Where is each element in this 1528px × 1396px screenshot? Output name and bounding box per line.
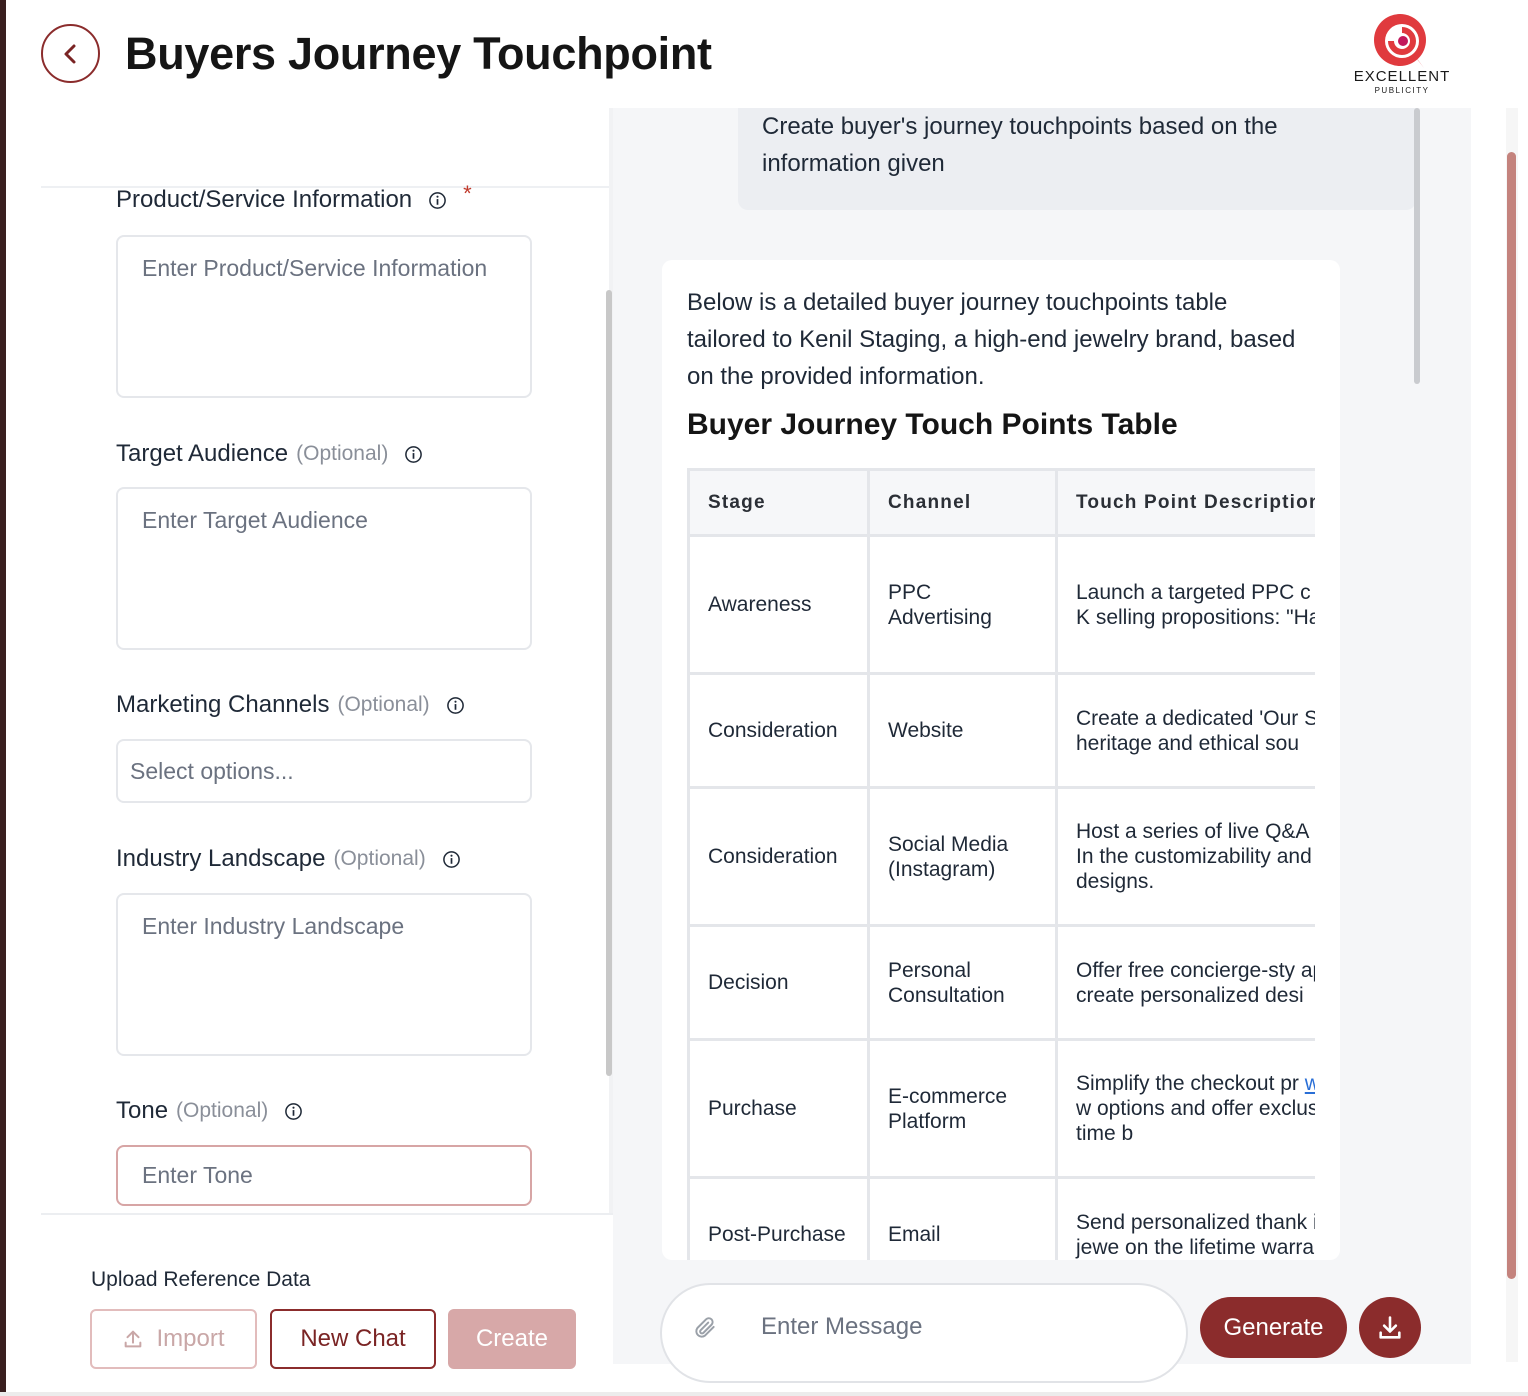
info-icon[interactable] xyxy=(442,850,461,869)
table-row: Consideration Social Media (Instagram) H… xyxy=(687,786,1315,927)
download-button[interactable] xyxy=(1359,1297,1421,1358)
channel-cell: Email xyxy=(867,1176,1058,1260)
message-composer[interactable] xyxy=(660,1283,1188,1383)
industry-landscape-textarea[interactable]: Enter Industry Landscape xyxy=(116,893,532,1056)
window-bottom-edge xyxy=(0,1392,1528,1396)
product-label: Product/Service Information * xyxy=(116,181,472,214)
optional-tag: (Optional) xyxy=(333,847,426,870)
industry-label-text: Industry Landscape xyxy=(116,845,326,872)
description-text: w options and offer exclus discounts for… xyxy=(1076,1097,1315,1145)
stage-cell: Purchase xyxy=(687,1038,870,1179)
column-header-channel: Channel xyxy=(867,468,1058,537)
upload-icon xyxy=(125,1330,142,1348)
ai-response-heading: Buyer Journey Touch Points Table xyxy=(687,408,1178,441)
window-left-edge xyxy=(0,0,6,1396)
optional-tag: (Optional) xyxy=(337,693,430,716)
info-icon[interactable] xyxy=(446,696,465,715)
channel-cell: Website xyxy=(867,672,1058,789)
table-row: Consideration Website Create a dedicated… xyxy=(687,672,1315,789)
description-cell: Simplify the checkout pr www.kenilstagin… xyxy=(1055,1038,1315,1179)
page-title: Buyers Journey Touchpoint xyxy=(125,28,712,79)
info-icon[interactable] xyxy=(404,445,423,464)
channel-cell: Social Media (Instagram) xyxy=(867,786,1058,927)
channels-label: Marketing Channels (Optional) xyxy=(116,691,465,719)
touchpoints-table: Stage Channel Touch Point Description Aw… xyxy=(687,468,1315,1260)
marketing-channels-select[interactable]: Select options... xyxy=(116,739,532,803)
ai-intro-text: Below is a detailed buyer journey touchp… xyxy=(687,289,1296,390)
required-asterisk: * xyxy=(463,181,472,206)
download-icon xyxy=(1379,1315,1401,1339)
optional-tag: (Optional) xyxy=(296,442,389,465)
info-icon[interactable] xyxy=(428,191,447,210)
import-label: Import xyxy=(156,1325,225,1352)
ai-response-card: Below is a detailed buyer journey touchp… xyxy=(662,260,1340,1260)
industry-label: Industry Landscape (Optional) xyxy=(116,845,461,873)
stage-cell: Decision xyxy=(687,924,870,1041)
stage-cell: Awareness xyxy=(687,534,870,675)
logo-swirl-icon xyxy=(1374,14,1426,68)
stage-cell: Post-Purchase xyxy=(687,1176,870,1260)
channel-cell: PPC Advertising xyxy=(867,534,1058,675)
channels-label-text: Marketing Channels xyxy=(116,691,330,718)
description-cell: Send personalized thank instructions for… xyxy=(1055,1176,1315,1260)
channel-cell: E-commerce Platform xyxy=(867,1038,1058,1179)
new-chat-button[interactable]: New Chat xyxy=(270,1309,436,1369)
tone-label: Tone (Optional) xyxy=(116,1097,303,1125)
form-bottom-divider xyxy=(41,1213,613,1215)
description-text: Simplify the checkout pr xyxy=(1076,1072,1299,1095)
product-info-textarea[interactable]: Enter Product/Service Information xyxy=(116,235,532,398)
info-icon[interactable] xyxy=(284,1102,303,1121)
target-audience-textarea[interactable]: Enter Target Audience xyxy=(116,487,532,650)
touchpoints-table-container[interactable]: Stage Channel Touch Point Description Aw… xyxy=(687,468,1315,1260)
upload-label: Upload Reference Data xyxy=(91,1268,311,1291)
table-row: Awareness PPC Advertising Launch a targe… xyxy=(687,534,1315,675)
stage-cell: Consideration xyxy=(687,786,870,927)
generate-button[interactable]: Generate xyxy=(1200,1297,1347,1358)
description-cell: Host a series of live Q&A on showcases t… xyxy=(1055,786,1315,927)
message-input[interactable]: Enter Message xyxy=(761,1313,922,1341)
table-row: Purchase E-commerce Platform Simplify th… xyxy=(687,1038,1315,1179)
description-cell: Offer free concierge-sty appointments, e… xyxy=(1055,924,1315,1041)
optional-tag: (Optional) xyxy=(176,1099,269,1122)
description-cell: Create a dedicated 'Our Staging website … xyxy=(1055,672,1315,789)
create-button[interactable]: Create xyxy=(448,1309,576,1369)
stage-cell: Consideration xyxy=(687,672,870,789)
description-cell: Launch a targeted PPC c stunning ads fea… xyxy=(1055,534,1315,675)
logo-subtext: PUBLICITY xyxy=(1374,86,1430,95)
page-scrollbar-thumb[interactable] xyxy=(1507,152,1516,1279)
table-header-row: Stage Channel Touch Point Description xyxy=(687,468,1315,537)
product-label-text: Product/Service Information xyxy=(116,186,413,213)
back-chevron-icon xyxy=(64,44,75,63)
audience-label: Target Audience (Optional) xyxy=(116,440,423,468)
paperclip-icon[interactable] xyxy=(692,1314,718,1347)
brand-logo: EXCELLENT PUBLICITY xyxy=(1345,10,1459,100)
user-message-bubble: Create buyer's journey touchpoints based… xyxy=(738,108,1416,210)
tone-label-text: Tone xyxy=(116,1097,169,1124)
logo-wordmark: EXCELLENT xyxy=(1353,68,1451,85)
website-link[interactable]: www.kenilstaging.com xyxy=(1305,1072,1315,1095)
import-button[interactable]: Import xyxy=(90,1309,257,1369)
form-scrollbar[interactable] xyxy=(606,290,612,1076)
audience-label-text: Target Audience xyxy=(116,440,289,467)
column-header-stage: Stage xyxy=(687,468,870,537)
column-header-description: Touch Point Description xyxy=(1055,468,1315,537)
table-row: Post-Purchase Email Send personalized th… xyxy=(687,1176,1315,1260)
table-row: Decision Personal Consultation Offer fre… xyxy=(687,924,1315,1041)
chat-scrollbar[interactable] xyxy=(1414,108,1420,384)
back-button[interactable] xyxy=(41,24,100,83)
channel-cell: Personal Consultation xyxy=(867,924,1058,1041)
tone-input[interactable]: Enter Tone xyxy=(116,1145,532,1206)
